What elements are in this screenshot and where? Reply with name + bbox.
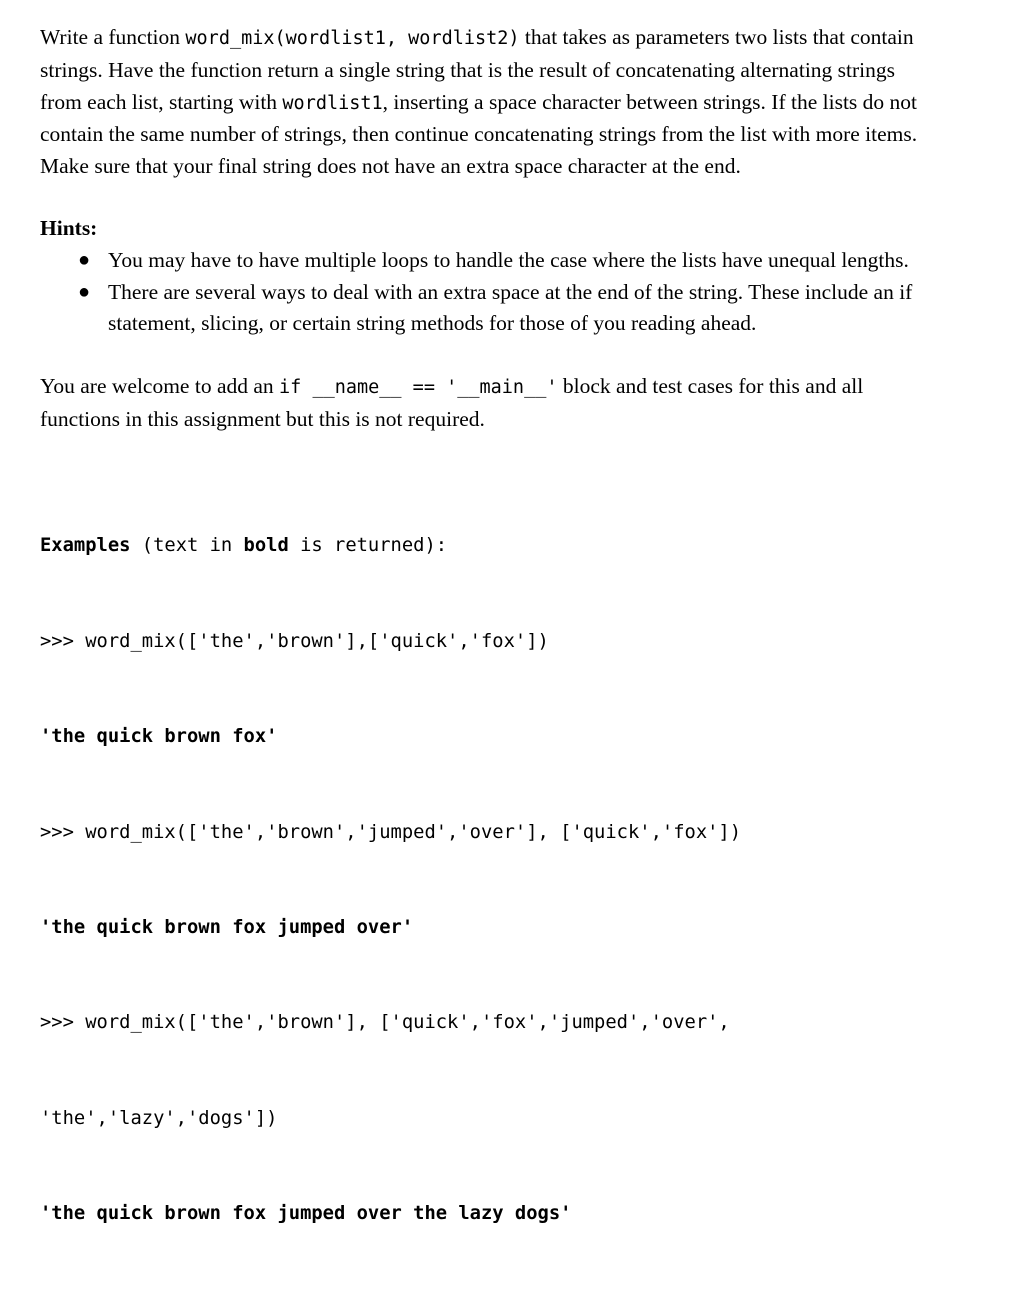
inline-code-wordlist1: wordlist1 xyxy=(282,92,383,114)
spacer-after-hints xyxy=(40,340,944,371)
example-prompt-line: >>> word_mix(['the','brown','jumped','ov… xyxy=(40,821,742,843)
examples-heading-text-b: is returned): xyxy=(288,535,448,557)
hints-list-item-text: You may have to have multiple loops to h… xyxy=(108,247,909,272)
intro-text-part-1: Write a function xyxy=(40,25,186,49)
bullet-icon: ● xyxy=(78,280,91,303)
examples-heading-text-a: (text in xyxy=(130,535,244,557)
note-text-part-1: You are welcome to add an xyxy=(40,374,280,399)
main-block-note-paragraph: You are welcome to add an if __name__ ==… xyxy=(40,371,920,436)
hints-list-item-text: There are several ways to deal with an e… xyxy=(108,279,913,336)
examples-heading-label: Examples xyxy=(40,535,131,557)
inline-code-signature: word_mix(wordlist1, wordlist2) xyxy=(185,28,520,49)
examples-heading: Examples (text in bold is returned): xyxy=(40,530,944,562)
example-prompt-continuation-line: 'the','lazy','dogs']) xyxy=(40,1107,278,1129)
document-page: Write a function word_mix(wordlist1, wor… xyxy=(0,0,1024,1224)
examples-heading-bold-word: bold xyxy=(243,535,289,557)
example-output-line: 'the quick brown fox jumped over' xyxy=(40,916,414,938)
document-content: Write a function word_mix(wordlist1, wor… xyxy=(40,22,944,1293)
example-prompt-line: >>> word_mix(['the','brown'], ['quick','… xyxy=(40,1012,730,1034)
hints-list-item: ● You may have to have multiple loops to … xyxy=(40,245,938,277)
example-output-line: 'the quick brown fox jumped over the laz… xyxy=(40,1203,572,1225)
example-prompt-line: >>> word_mix(['the','brown'],['quick','f… xyxy=(40,630,549,652)
hints-list: ● You may have to have multiple loops to … xyxy=(40,245,944,340)
bullet-icon: ● xyxy=(78,248,91,271)
problem-statement-paragraph: Write a function word_mix(wordlist1, wor… xyxy=(40,22,940,183)
hints-heading: Hints: xyxy=(40,215,98,240)
inline-code-main-guard: if __name__ == '__main__' xyxy=(279,377,558,399)
spacer-after-note xyxy=(40,436,944,467)
hints-list-item: ● There are several ways to deal with an … xyxy=(40,277,938,341)
example-output-line: 'the quick brown fox' xyxy=(40,726,278,748)
spacer-after-intro xyxy=(40,183,944,213)
